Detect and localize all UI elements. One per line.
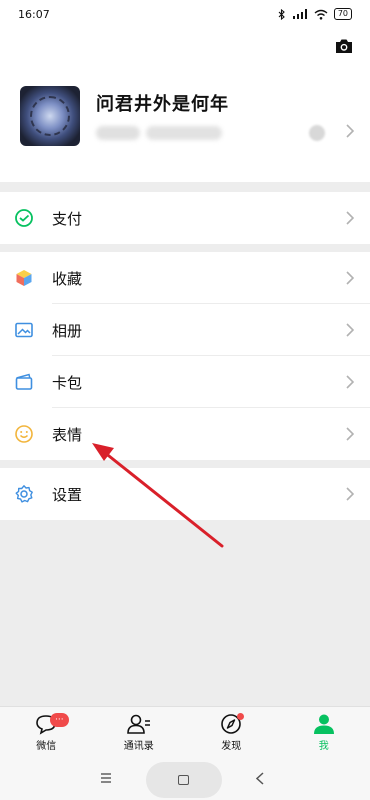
avatar[interactable]: [20, 86, 80, 146]
menu-lines-icon[interactable]: [100, 772, 112, 784]
bottom-tab-bar: ··· 微信 通讯录 发现 我: [0, 706, 370, 760]
status-bar: 16:07 70: [0, 0, 370, 28]
back-chevron-icon[interactable]: [256, 772, 264, 785]
menu-item-favorites-label: 收藏: [52, 269, 83, 288]
menu-item-pay-label: 支付: [52, 209, 83, 228]
camera-icon[interactable]: [334, 38, 354, 54]
menu-item-cards[interactable]: 卡包: [0, 356, 370, 408]
contacts-icon: [126, 714, 150, 734]
tab-discover[interactable]: 发现: [185, 707, 278, 760]
cards-wallet-icon: [15, 373, 33, 390]
blurred-wechat-id: [96, 126, 140, 140]
home-square-icon: [178, 775, 189, 785]
chevron-right-icon: [346, 211, 354, 225]
home-button[interactable]: [146, 762, 222, 798]
menu-item-stickers-label: 表情: [52, 425, 83, 444]
settings-gear-icon: [15, 485, 33, 503]
blurred-wechat-id-value: [146, 126, 222, 140]
menu-item-album-label: 相册: [52, 321, 83, 340]
tab-discover-label: 发现: [221, 741, 242, 752]
chevron-right-icon: [346, 375, 354, 389]
system-nav-bar: [0, 760, 370, 800]
discover-new-dot: [237, 713, 244, 720]
menu-item-cards-label: 卡包: [52, 373, 83, 392]
tab-chats[interactable]: ··· 微信: [0, 707, 93, 760]
album-image-icon: [15, 322, 33, 338]
bluetooth-icon: [278, 8, 285, 20]
signal-icon: [292, 9, 307, 19]
profile-nickname: 问君井外是何年: [96, 94, 229, 115]
chevron-right-icon: [346, 323, 354, 337]
pay-icon: [15, 209, 33, 227]
favorites-cube-icon: [16, 270, 32, 286]
status-icons: 70: [278, 8, 352, 20]
stickers-smile-icon: [15, 425, 33, 443]
profile-header[interactable]: 问君井外是何年: [0, 28, 370, 182]
chevron-right-icon: [346, 427, 354, 441]
tab-contacts[interactable]: 通讯录: [93, 707, 186, 760]
menu-group-main: 收藏 相册 卡包 表情: [0, 252, 370, 460]
menu-item-pay[interactable]: 支付: [0, 192, 370, 244]
menu-item-favorites[interactable]: 收藏: [0, 252, 370, 304]
chats-unread-badge: ···: [50, 713, 69, 727]
tab-me-label: 我: [318, 741, 329, 752]
chevron-right-icon: [346, 487, 354, 501]
blurred-status-icon: [309, 125, 325, 141]
tab-me[interactable]: 我: [278, 707, 370, 760]
menu-item-settings[interactable]: 设置: [0, 468, 370, 520]
battery-indicator: 70: [333, 8, 352, 20]
menu-group-pay: 支付: [0, 192, 370, 244]
chevron-right-icon: [346, 124, 354, 138]
status-time: 16:07: [18, 7, 50, 21]
chevron-right-icon: [346, 271, 354, 285]
menu-group-settings: 设置: [0, 468, 370, 520]
me-person-icon: [313, 714, 334, 734]
wifi-icon: [314, 9, 328, 20]
menu-item-stickers[interactable]: 表情: [0, 408, 370, 460]
tab-chats-label: 微信: [36, 741, 57, 752]
tab-contacts-label: 通讯录: [123, 741, 154, 752]
menu-item-album[interactable]: 相册: [0, 304, 370, 356]
menu-item-settings-label: 设置: [52, 485, 83, 504]
